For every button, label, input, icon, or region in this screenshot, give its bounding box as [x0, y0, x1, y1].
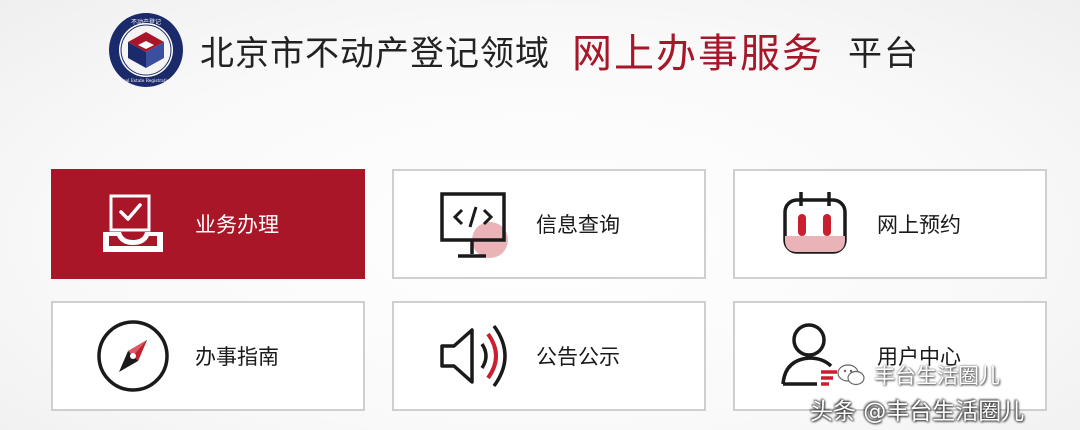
registration-logo-icon: 不动产登记 Real Estate Registration: [109, 13, 183, 87]
site-header: 不动产登记 Real Estate Registration 北京市不动产登记领…: [108, 12, 920, 88]
tile-label: 信息查询: [536, 213, 620, 237]
tile-service-guide[interactable]: 办事指南: [51, 301, 365, 411]
tile-online-booking[interactable]: 网上预约: [733, 169, 1047, 279]
svg-text:Real Estate Registration: Real Estate Registration: [120, 78, 172, 83]
wechat-watermark: 丰台生活圈儿: [836, 360, 1000, 390]
compass-icon: [83, 306, 183, 406]
svg-text:不动产登记: 不动产登记: [131, 18, 161, 26]
tile-business-handling[interactable]: 业务办理: [51, 169, 365, 279]
watermark-account-name: 丰台生活圈儿: [874, 364, 1000, 388]
tile-info-query[interactable]: 信息查询: [392, 169, 706, 279]
tile-label: 公告公示: [536, 345, 620, 369]
inbox-check-icon: [83, 174, 183, 274]
page-title: 北京市不动产登记领域: [200, 33, 550, 74]
toutiao-watermark: 头条 @丰台生活圈儿: [810, 399, 1025, 425]
tile-label: 业务办理: [195, 213, 279, 237]
wechat-icon: [837, 364, 865, 386]
tile-announcements[interactable]: 公告公示: [392, 301, 706, 411]
page-title-highlight: 网上办事服务: [572, 31, 824, 77]
calendar-icon: [765, 174, 865, 274]
tile-label: 网上预约: [877, 213, 961, 237]
user-icon: [765, 306, 865, 406]
page-title-suffix: 平台: [848, 33, 920, 74]
monitor-code-icon: [424, 174, 524, 274]
speaker-icon: [424, 306, 524, 406]
tile-label: 办事指南: [195, 345, 279, 369]
